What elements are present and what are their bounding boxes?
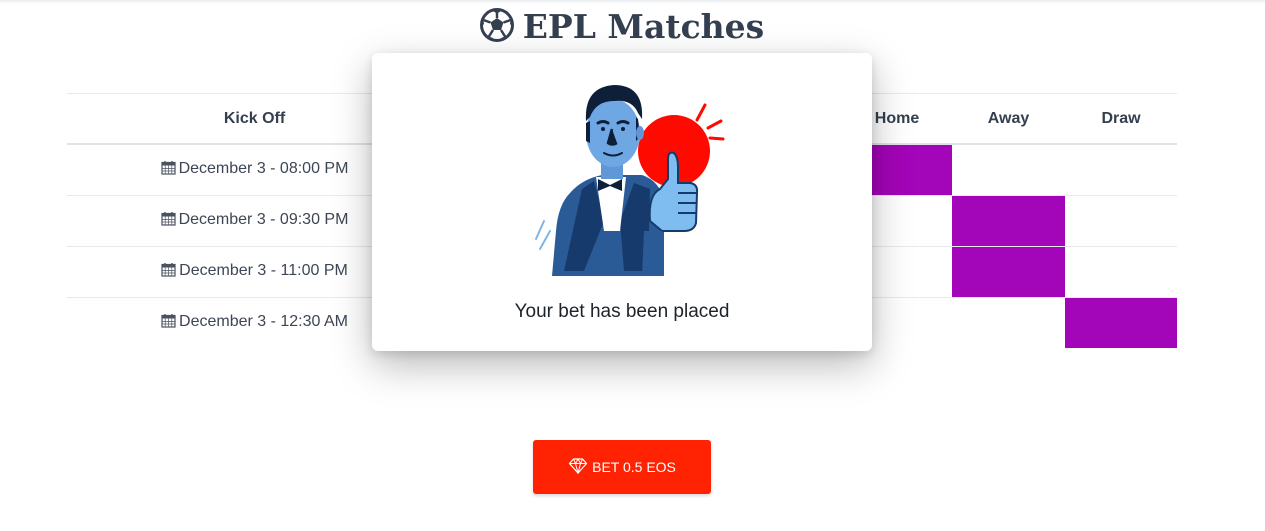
draw-bet-cell[interactable]: [1065, 195, 1177, 247]
calendar-icon: [161, 262, 176, 282]
bet-placed-message: Your bet has been placed: [514, 301, 730, 322]
diamond-icon: [568, 457, 588, 477]
kickoff-text: December 3 - 11:00 PM: [179, 262, 348, 279]
bet-button-label: BET 0.5 EOS: [592, 459, 676, 475]
calendar-icon: [160, 211, 176, 231]
page-title-text: EPL Matches: [522, 7, 765, 46]
away-bet-cell[interactable]: [952, 144, 1065, 196]
page-title: EPL Matches: [0, 4, 1243, 55]
draw-bet-cell[interactable]: [1065, 297, 1177, 348]
away-bet-cell[interactable]: [952, 246, 1065, 298]
soccer-ball-icon: [479, 7, 515, 55]
header-away: Away: [952, 93, 1065, 145]
draw-bet-cell[interactable]: [1065, 144, 1177, 196]
calendar-icon: [160, 160, 176, 180]
bet-confirmation-modal: Your bet has been placed: [372, 53, 872, 351]
kickoff-text: December 3 - 09:30 PM: [178, 211, 349, 228]
kickoff-text: December 3 - 12:30 AM: [179, 313, 348, 330]
kickoff-text: December 3 - 08:00 PM: [178, 160, 349, 177]
away-bet-cell[interactable]: [952, 298, 1065, 349]
away-bet-cell[interactable]: [952, 195, 1065, 247]
draw-bet-cell[interactable]: [1065, 246, 1177, 298]
bet-button[interactable]: BET 0.5 EOS: [533, 440, 711, 494]
calendar-icon: [161, 313, 176, 333]
thumbs-up-man-illustration: [522, 71, 732, 286]
header-draw: Draw: [1065, 93, 1177, 145]
